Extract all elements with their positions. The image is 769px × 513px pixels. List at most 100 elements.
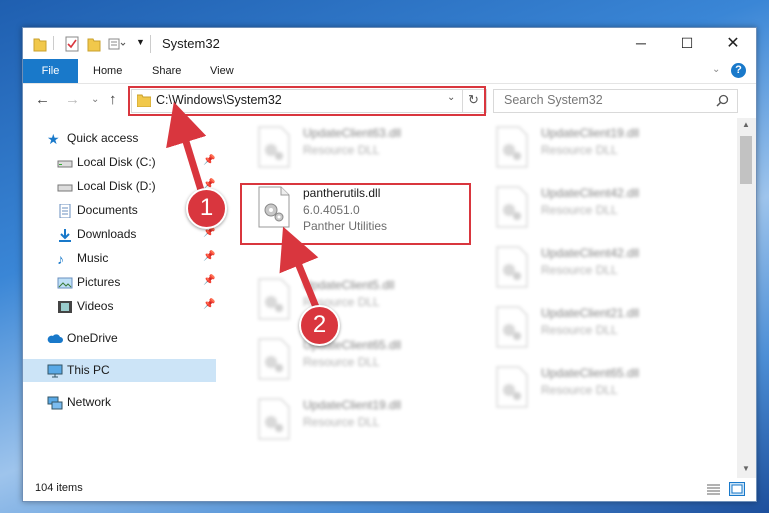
new-folder-icon[interactable] bbox=[87, 36, 101, 52]
file-tile[interactable]: UpdateClient65.dll Resource DLL bbox=[485, 364, 705, 414]
dll-file-icon bbox=[496, 246, 528, 288]
file-description: Resource DLL bbox=[303, 415, 380, 429]
scroll-down-icon[interactable]: ▼ bbox=[742, 464, 750, 473]
vertical-scrollbar[interactable]: ▲ ▼ bbox=[737, 118, 756, 478]
file-description: Resource DLL bbox=[541, 143, 618, 157]
file-description: Resource DLL bbox=[303, 355, 380, 369]
file-tile[interactable]: UpdateClient65.dll Resource DLL bbox=[247, 336, 467, 386]
title-bar: ▼ System32 ─ ☐ ✕ bbox=[23, 28, 756, 59]
sidebar-item-videos[interactable]: Videos bbox=[57, 295, 113, 317]
search-icon[interactable] bbox=[716, 94, 729, 107]
tab-home[interactable]: Home bbox=[93, 59, 122, 83]
file-name: UpdateClient21.dll bbox=[541, 306, 640, 320]
help-icon[interactable]: ? bbox=[731, 63, 746, 78]
file-tile[interactable]: UpdateClient5.dll Resource DLL bbox=[247, 276, 467, 326]
expand-ribbon-icon[interactable]: ⌄ bbox=[712, 64, 720, 75]
file-name: UpdateClient5.dll bbox=[303, 278, 395, 292]
file-description: Resource DLL bbox=[303, 143, 380, 157]
scrollbar-thumb[interactable] bbox=[740, 136, 752, 184]
file-name: UpdateClient42.dll bbox=[541, 246, 640, 260]
pin-icon[interactable]: 📌 bbox=[203, 275, 215, 286]
large-icons-view-icon[interactable] bbox=[729, 482, 745, 496]
folder-icon bbox=[33, 38, 47, 52]
sidebar-item-music[interactable]: ♪ Music bbox=[57, 247, 108, 269]
search-input[interactable]: Search System32 bbox=[493, 89, 738, 113]
sidebar-item-onedrive[interactable]: OneDrive bbox=[47, 327, 118, 349]
sidebar-label: This PC bbox=[67, 363, 110, 377]
ribbon-tabs: File Home Share View ⌄ ? bbox=[23, 59, 756, 84]
computer-icon bbox=[47, 364, 63, 378]
close-button[interactable]: ✕ bbox=[710, 28, 756, 59]
file-name: UpdateClient19.dll bbox=[303, 398, 402, 412]
sidebar-item-local-disk-c[interactable]: Local Disk (C:) bbox=[57, 151, 156, 173]
documents-icon bbox=[59, 203, 71, 218]
window-title: System32 bbox=[162, 36, 220, 51]
minimize-button[interactable]: ─ bbox=[618, 28, 664, 59]
drive-icon bbox=[57, 184, 73, 192]
scroll-up-icon[interactable]: ▲ bbox=[742, 120, 750, 129]
videos-icon bbox=[58, 300, 72, 313]
divider bbox=[150, 35, 151, 53]
file-tile[interactable]: UpdateClient21.dll Resource DLL bbox=[485, 304, 705, 354]
properties-icon[interactable] bbox=[65, 36, 79, 52]
sidebar-item-pictures[interactable]: Pictures bbox=[57, 271, 120, 293]
address-bar-highlight bbox=[128, 86, 486, 116]
sidebar-item-network[interactable]: Network bbox=[47, 391, 111, 413]
dll-file-icon bbox=[496, 366, 528, 408]
back-arrow-icon[interactable]: ← bbox=[35, 91, 50, 108]
maximize-button[interactable]: ☐ bbox=[664, 28, 710, 59]
file-description: Resource DLL bbox=[541, 383, 618, 397]
sidebar-label: Downloads bbox=[77, 227, 137, 241]
download-icon bbox=[59, 228, 71, 242]
sidebar-item-local-disk-d[interactable]: Local Disk (D:) bbox=[57, 175, 156, 197]
file-description: Resource DLL bbox=[541, 263, 618, 277]
file-highlight bbox=[240, 183, 471, 245]
star-icon: ★ bbox=[47, 130, 60, 147]
customize-qat-icon[interactable] bbox=[108, 36, 126, 52]
sidebar-item-this-pc[interactable]: This PC bbox=[47, 359, 110, 381]
pin-icon[interactable]: 📌 bbox=[203, 251, 215, 262]
pin-icon[interactable]: 📌 bbox=[203, 299, 215, 310]
forward-arrow-icon[interactable]: → bbox=[65, 91, 80, 108]
sidebar-label: Videos bbox=[77, 299, 114, 313]
sidebar-label: Local Disk (D:) bbox=[77, 179, 156, 193]
sidebar-item-quick-access[interactable]: ★ Quick access bbox=[47, 127, 138, 149]
sidebar-label: Local Disk (C:) bbox=[77, 155, 156, 169]
cloud-icon bbox=[47, 334, 63, 343]
status-bar: 104 items bbox=[23, 478, 756, 501]
sidebar-item-documents[interactable]: Documents bbox=[57, 199, 138, 221]
tab-view[interactable]: View bbox=[210, 59, 234, 83]
dropdown-arrow-icon[interactable]: ▼ bbox=[136, 37, 145, 47]
file-name: UpdateClient42.dll bbox=[541, 186, 640, 200]
step-badge-1: 1 bbox=[186, 188, 227, 229]
music-icon: ♪ bbox=[57, 250, 64, 267]
search-placeholder: Search System32 bbox=[504, 93, 603, 107]
file-tile[interactable]: UpdateClient42.dll Resource DLL bbox=[485, 244, 705, 294]
item-count: 104 items bbox=[35, 482, 83, 494]
step-badge-2: 2 bbox=[299, 305, 340, 346]
recent-locations-icon[interactable]: ⌄ bbox=[91, 94, 99, 105]
file-tile[interactable]: UpdateClient63.dll Resource DLL bbox=[247, 124, 467, 174]
sidebar-item-downloads[interactable]: Downloads bbox=[57, 223, 136, 245]
navigation-pane: ★ Quick access Local Disk (C:) 📌 Local Di… bbox=[23, 118, 217, 478]
tab-file[interactable]: File bbox=[23, 59, 78, 83]
file-tile[interactable]: UpdateClient19.dll Resource DLL bbox=[485, 124, 705, 174]
sidebar-label: Documents bbox=[77, 203, 138, 217]
divider bbox=[53, 36, 54, 50]
file-tile[interactable]: UpdateClient42.dll Resource DLL bbox=[485, 184, 705, 234]
pin-icon[interactable]: 📌 bbox=[203, 155, 215, 166]
dll-file-icon bbox=[258, 126, 290, 168]
pictures-icon bbox=[57, 277, 73, 289]
file-list: UpdateClient63.dll Resource DLL pantheru… bbox=[217, 118, 737, 478]
file-description: Resource DLL bbox=[541, 203, 618, 217]
dll-file-icon bbox=[496, 306, 528, 348]
file-name: UpdateClient65.dll bbox=[541, 366, 640, 380]
file-tile[interactable]: UpdateClient19.dll Resource DLL bbox=[247, 396, 467, 446]
tab-share[interactable]: Share bbox=[152, 59, 181, 83]
up-arrow-icon[interactable]: ↑ bbox=[109, 91, 117, 108]
file-name: UpdateClient19.dll bbox=[541, 126, 640, 140]
details-view-icon[interactable] bbox=[706, 483, 721, 496]
dll-file-icon bbox=[496, 126, 528, 168]
dll-file-icon bbox=[258, 398, 290, 440]
drive-icon bbox=[57, 160, 73, 168]
